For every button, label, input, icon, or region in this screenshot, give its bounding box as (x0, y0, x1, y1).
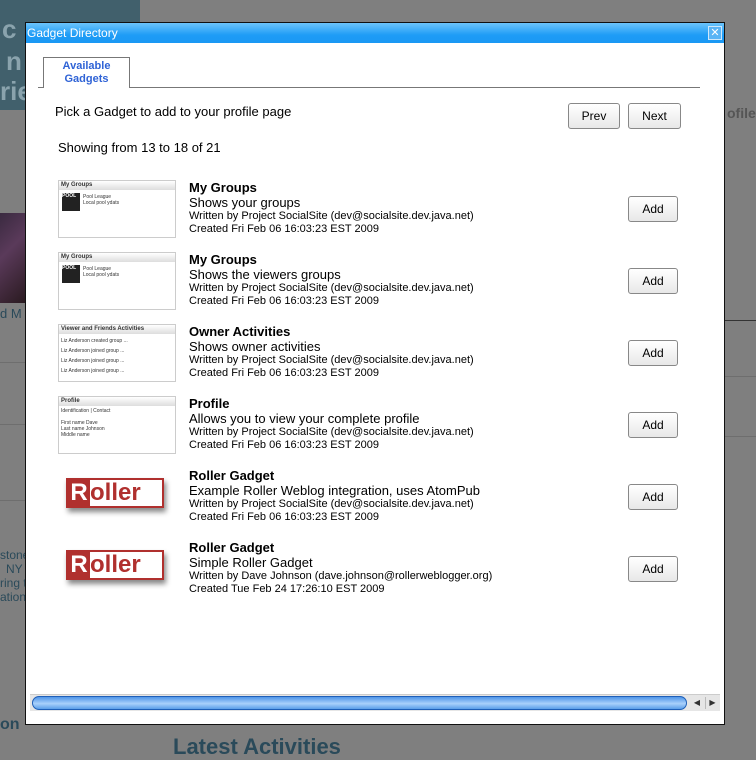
horizontal-scrollbar[interactable]: ◀ ▶ (30, 694, 720, 711)
bg-text: on (0, 716, 20, 733)
gadget-name: My Groups (189, 252, 257, 267)
bg-heading: Latest Activities (173, 734, 341, 759)
prev-button[interactable]: Prev (568, 103, 620, 129)
gadget-list-item: My Groups POOL Pool League Local pool ydats… (58, 252, 698, 312)
bg-text: c (2, 14, 17, 44)
tab-divider (38, 87, 700, 88)
bg-text: NY (6, 562, 23, 576)
thumbnail-title: Profile (59, 397, 175, 406)
gadget-thumbnail: Profile Identification | Contact First nam… (58, 396, 176, 454)
add-gadget-button[interactable]: Add (628, 340, 678, 366)
gadget-description: Shows your groups (189, 195, 301, 210)
thumbnail-title: My Groups (59, 181, 175, 190)
gadget-list-item: Viewer and Friends Activities Liz Anderso… (58, 324, 698, 384)
gadget-author: Written by Project SocialSite (dev@socia… (189, 210, 474, 222)
gadget-author: Written by Project SocialSite (dev@socia… (189, 282, 474, 294)
scroll-left-icon[interactable]: ◀ (690, 697, 704, 709)
gadget-thumbnail: Viewer and Friends Activities Liz Anderso… (58, 324, 176, 382)
gadget-directory-dialog: Gadget Directory ✕ Available Gadgets Pic… (25, 22, 725, 725)
gadget-name: Roller Gadget (189, 540, 275, 555)
gadget-created: Created Fri Feb 06 16:03:23 EST 2009 (189, 223, 379, 235)
bg-text: ofile (727, 105, 756, 121)
add-gadget-button[interactable]: Add (628, 196, 678, 222)
gadget-author: Written by Project SocialSite (dev@socia… (189, 498, 474, 510)
gadget-thumbnail: My Groups POOL Pool League Local pool ydats (58, 180, 176, 238)
gadget-description: Shows owner activities (189, 339, 321, 354)
gadget-author: Written by Project SocialSite (dev@socia… (189, 426, 474, 438)
gadget-thumbnail: My Groups POOL Pool League Local pool ydats (58, 252, 176, 310)
gadget-description: Allows you to view your complete profile (189, 411, 420, 426)
bg-text: ring t (0, 576, 27, 590)
thumbnail-title: My Groups (59, 253, 175, 262)
add-gadget-button[interactable]: Add (628, 484, 678, 510)
next-button[interactable]: Next (628, 103, 681, 129)
roller-logo: Roller (66, 550, 164, 580)
bg-text: n (6, 46, 22, 76)
gadget-created: Created Fri Feb 06 16:03:23 EST 2009 (189, 295, 379, 307)
scrollbar-thumb[interactable] (32, 696, 687, 710)
gadget-list-item: Roller Roller Gadget Example Roller Webl… (58, 468, 698, 528)
instructions: Pick a Gadget to add to your profile pag… (55, 104, 292, 119)
gadget-name: Owner Activities (189, 324, 291, 339)
dialog-title: Gadget Directory (27, 26, 118, 40)
gadget-created: Created Fri Feb 06 16:03:23 EST 2009 (189, 439, 379, 451)
scroll-right-icon[interactable]: ▶ (705, 697, 719, 709)
gadget-name: My Groups (189, 180, 257, 195)
gadget-list-item: Roller Roller Gadget Simple Roller Gadge… (58, 540, 698, 600)
gadget-description: Example Roller Weblog integration, uses … (189, 483, 480, 498)
gadget-author: Written by Dave Johnson (dave.johnson@ro… (189, 570, 493, 582)
bg-text: ation (0, 590, 27, 604)
add-gadget-button[interactable]: Add (628, 556, 678, 582)
dialog-titlebar[interactable]: Gadget Directory (26, 23, 724, 43)
bg-text: d M (0, 306, 22, 321)
gadget-description: Simple Roller Gadget (189, 555, 313, 570)
add-gadget-button[interactable]: Add (628, 268, 678, 294)
background-photo (0, 213, 25, 303)
gadget-description: Shows the viewers groups (189, 267, 341, 282)
close-icon[interactable]: ✕ (708, 26, 722, 40)
add-gadget-button[interactable]: Add (628, 412, 678, 438)
gadget-name: Roller Gadget (189, 468, 275, 483)
gadget-list-item: My Groups POOL Pool League Local pool ydats… (58, 180, 698, 240)
tab-available-gadgets[interactable]: Available Gadgets (43, 57, 130, 88)
thumbnail-title: Viewer and Friends Activities (59, 325, 175, 334)
gadget-created: Created Tue Feb 24 17:26:10 EST 2009 (189, 583, 385, 595)
gadget-author: Written by Project SocialSite (dev@socia… (189, 354, 474, 366)
roller-logo: Roller (66, 478, 164, 508)
gadget-created: Created Fri Feb 06 16:03:23 EST 2009 (189, 367, 379, 379)
paging-status: Showing from 13 to 18 of 21 (58, 140, 221, 155)
gadget-name: Profile (189, 396, 230, 411)
gadget-created: Created Fri Feb 06 16:03:23 EST 2009 (189, 511, 379, 523)
gadget-list-item: Profile Identification | Contact First nam… (58, 396, 698, 456)
